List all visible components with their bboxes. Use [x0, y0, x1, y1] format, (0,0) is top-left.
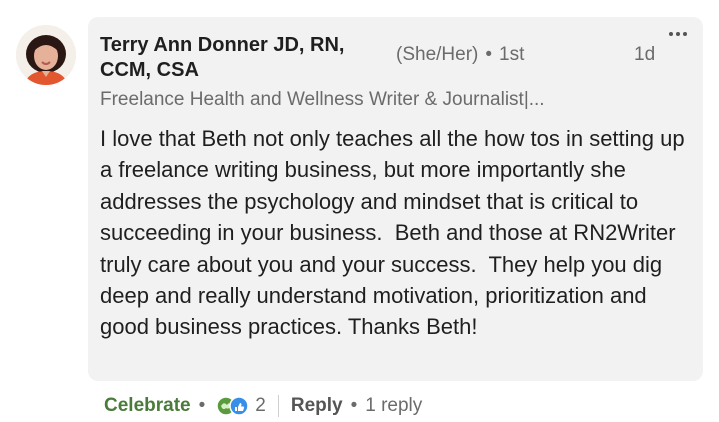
- reaction-count: 2: [255, 395, 266, 416]
- author-name[interactable]: Terry Ann Donner JD, RN, CCM, CSA: [100, 33, 385, 83]
- comment-actions: Celebrate • 2 Reply • 1 reply: [104, 392, 422, 420]
- avatar-photo: [16, 25, 76, 85]
- reaction-icons: [216, 396, 250, 416]
- author-meta: (She/Her) • 1st: [396, 43, 524, 67]
- celebrate-button[interactable]: Celebrate: [104, 395, 191, 417]
- comment-bubble: Terry Ann Donner JD, RN, CCM, CSA (She/H…: [88, 17, 703, 381]
- meta-separator: •: [485, 44, 493, 65]
- author-pronouns: (She/Her): [396, 44, 479, 65]
- connection-degree: 1st: [499, 44, 525, 65]
- comment-timestamp: 1d: [634, 44, 656, 65]
- comment-thread-item: Terry Ann Donner JD, RN, CCM, CSA (She/H…: [0, 0, 719, 422]
- reactions-summary[interactable]: 2: [215, 395, 266, 417]
- author-headline: Freelance Health and Wellness Writer & J…: [100, 89, 545, 110]
- comment-text: I love that Beth not only teaches all th…: [100, 126, 691, 340]
- actions-separator: •: [350, 395, 358, 416]
- reply-button[interactable]: Reply: [291, 395, 343, 417]
- actions-divider: [277, 395, 279, 417]
- avatar[interactable]: [16, 25, 76, 85]
- actions-separator: •: [198, 395, 206, 416]
- more-options-icon[interactable]: [664, 25, 692, 43]
- replies-count-link[interactable]: 1 reply: [365, 395, 422, 417]
- like-icon: [229, 396, 250, 416]
